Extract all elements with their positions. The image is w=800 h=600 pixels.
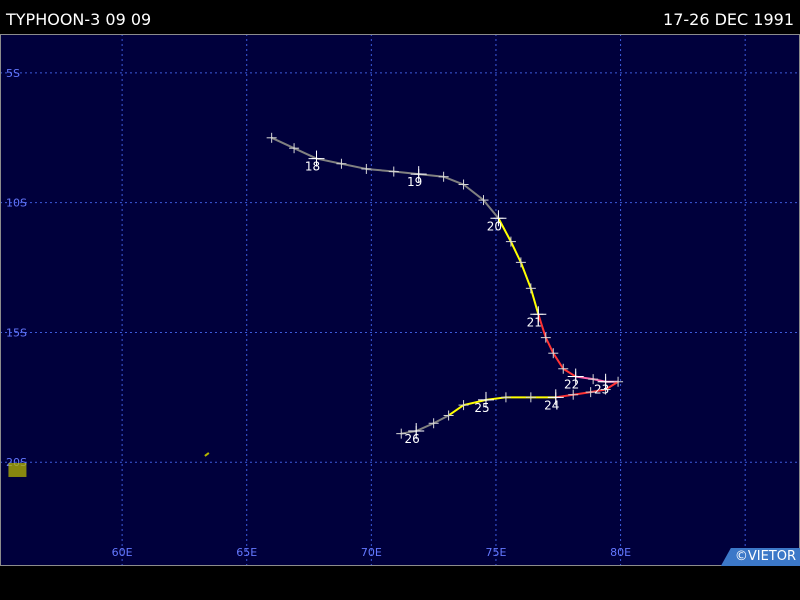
lon-label: 80E [610, 546, 631, 559]
lat-label: 5S [6, 67, 20, 80]
island-mauritius [8, 462, 27, 477]
day-label: 21 [527, 315, 542, 329]
storm-title: TYPHOON-3 09 09 [6, 10, 152, 29]
day-label: 26 [405, 432, 420, 446]
day-label: 23 [594, 383, 609, 397]
date-range: 17-26 DEC 1991 [663, 10, 794, 29]
lat-label: 10S [6, 197, 27, 210]
day-label: 25 [474, 401, 489, 415]
copyright-badge: ©VIETOR [720, 548, 800, 566]
lon-label: 75E [485, 546, 506, 559]
day-label: 24 [544, 398, 559, 412]
lon-label: 65E [236, 546, 257, 559]
day-label: 19 [407, 175, 422, 189]
lon-label: 70E [361, 546, 382, 559]
day-label: 22 [564, 378, 579, 392]
lon-label: 60E [112, 546, 133, 559]
track-map: 60E65E70E75E80E85E5S10S15S20S 1819202122… [0, 34, 800, 566]
day-label: 18 [305, 160, 320, 174]
day-label: 20 [487, 219, 502, 233]
ocean-background [0, 34, 800, 566]
lat-label: 15S [6, 326, 27, 339]
